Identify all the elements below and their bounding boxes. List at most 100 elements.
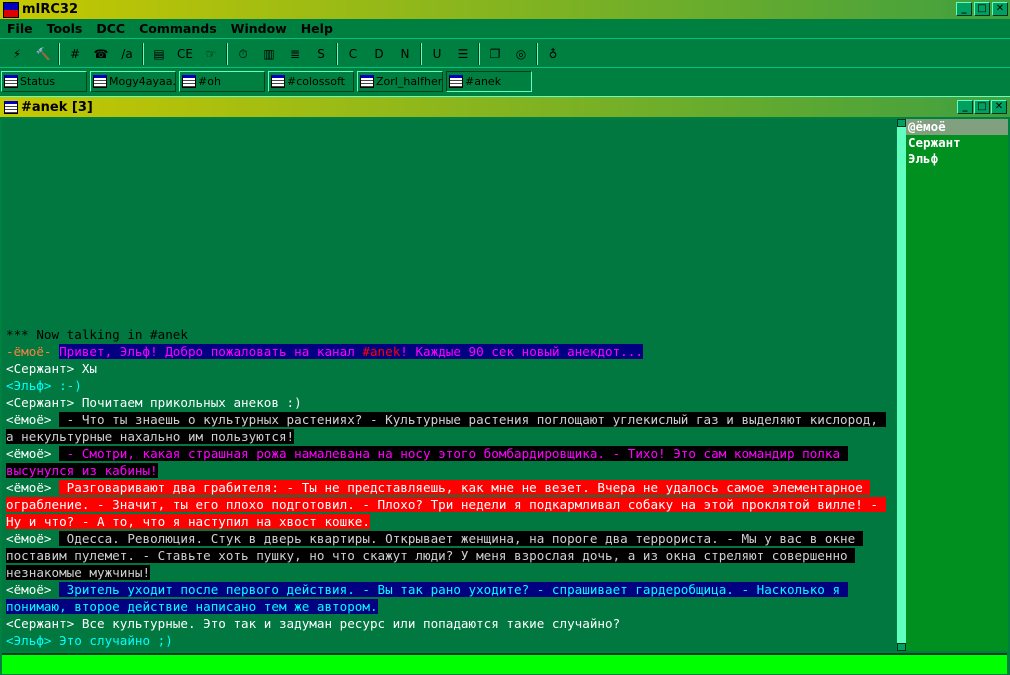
chat-text: <ёмоё>	[6, 531, 60, 546]
chat-text: <ёмоё>	[6, 446, 60, 461]
switchbar: Status Mogy4ayaa... #oh #colossoft Zorl_half…	[0, 71, 532, 94]
mirc-logo-icon	[3, 1, 19, 18]
options-icon[interactable]: 🔨	[32, 43, 54, 65]
chat-text: <Сержант> Почитаем прикольных анеков :)	[6, 395, 302, 410]
menu-dcc[interactable]: DCC	[89, 21, 132, 36]
menu-tools[interactable]: Tools	[40, 21, 90, 36]
cascade-icon[interactable]: ❐	[484, 43, 506, 65]
window-icon	[93, 75, 107, 88]
toolbar-separator	[420, 43, 422, 65]
colors-icon[interactable]: ▥	[258, 43, 280, 65]
chat-scrollbar[interactable]	[897, 119, 906, 651]
message-input[interactable]	[2, 653, 1007, 674]
menu-file[interactable]: File	[0, 21, 40, 36]
window-icon	[271, 75, 285, 88]
chat-text: <Эльф> Это случайно ;)	[6, 633, 173, 648]
scripts-icon[interactable]: CE	[174, 43, 196, 65]
chat-line: <Эльф> :-)	[6, 377, 892, 394]
dcc-send-icon[interactable]: S	[310, 43, 332, 65]
window-close-button[interactable]: ✕	[991, 100, 1007, 114]
chat-text: - Смотри, какая страшная рожа намалевана…	[6, 446, 848, 478]
connect-icon[interactable]: ⚡	[6, 43, 28, 65]
window-icon	[182, 75, 196, 88]
chat-line: <ёмоё> Зритель уходит после первого дейс…	[6, 581, 892, 615]
maximize-button[interactable]: □	[974, 2, 990, 16]
chat-text: *** Now talking in #anek	[6, 327, 188, 342]
channel-icon	[4, 100, 18, 114]
window-icon	[360, 75, 374, 88]
chat-text: <ёмоё>	[6, 412, 60, 427]
notify-list-icon[interactable]: N	[394, 43, 416, 65]
app-title-bar: mIRC32 _ □ ✕	[0, 0, 1010, 19]
nick-list-item[interactable]: Эльф	[906, 151, 1008, 167]
chat-text: Одесса. Революция. Стук в дверь квартиры…	[6, 531, 863, 580]
chat-line: <Сержант> Все культурные. Это так и заду…	[6, 615, 892, 632]
switchbar-tab[interactable]: Zorl_halfhere	[357, 71, 443, 92]
switchbar-tab[interactable]: #anek	[446, 71, 532, 92]
help-icon[interactable]: ◎	[510, 43, 532, 65]
menu-window[interactable]: Window	[224, 21, 294, 36]
chat-line: *** Now talking in #anek	[6, 326, 892, 343]
chat-line: <ёмоё> - Смотри, какая страшная рожа нам…	[6, 445, 892, 479]
nick-list: @ёмоё Сержант Эльф	[906, 119, 1008, 651]
log-icon[interactable]: ≣	[284, 43, 306, 65]
window-icon	[449, 75, 463, 88]
toolbar-separator	[478, 43, 480, 65]
switchbar-tab[interactable]: #oh	[179, 71, 265, 92]
chat-line: <ёмоё> - Что ты знаешь о культурных раст…	[6, 411, 892, 445]
toolbar-separator	[336, 43, 338, 65]
toolbar-separator	[536, 43, 538, 65]
toolbar-separator	[58, 43, 60, 65]
chat-text: <Сержант> Хы	[6, 361, 97, 376]
channel-window-title-bar: #anek [3] _ □ ✕	[0, 97, 1010, 117]
toolbar-separator	[142, 43, 144, 65]
switchbar-tab-label: #anek	[465, 75, 502, 88]
switchbar-tab-label: Zorl_halfhere	[376, 75, 443, 88]
window-minimize-button[interactable]: _	[957, 100, 973, 114]
chat-text: Зритель уходит после первого действия. -…	[6, 582, 848, 614]
channel-window: #anek [3] _ □ ✕ *** Now talking in #anek…	[0, 96, 1010, 675]
chat-line: <ёмоё> Одесса. Революция. Стук в дверь к…	[6, 530, 892, 581]
switchbar-tab-label: Status	[20, 75, 56, 88]
channels-folder-icon[interactable]: #	[64, 43, 86, 65]
chat-text: <ёмоё>	[6, 582, 60, 597]
chat-text: #anek	[362, 344, 401, 359]
address-book-icon[interactable]: ☎	[90, 43, 112, 65]
aliases-icon[interactable]: /a	[116, 43, 138, 65]
menu-commands[interactable]: Commands	[132, 21, 224, 36]
timer-icon[interactable]: ⏱	[232, 43, 254, 65]
dcc-chat-icon[interactable]: C	[342, 43, 364, 65]
chat-line: <Сержант> Почитаем прикольных анеков :)	[6, 394, 892, 411]
notify-icon[interactable]: ☞	[200, 43, 222, 65]
switchbar-tab-label: #oh	[198, 75, 221, 88]
switchbar-tab-label: Mogy4ayaa...	[109, 75, 176, 88]
nick-list-item[interactable]: @ёмоё	[906, 119, 1008, 135]
switchbar-tab[interactable]: #colossoft	[268, 71, 354, 92]
chat-text: Разговаривают два грабителя: - Ты не пре…	[6, 480, 886, 529]
window-maximize-button[interactable]: □	[974, 100, 990, 114]
scroll-up-button[interactable]	[897, 119, 906, 127]
scroll-down-button[interactable]	[897, 643, 906, 651]
minimize-button[interactable]: _	[956, 2, 972, 16]
toolbar: ⚡ 🔨 # ☎/a ▤ CE ☞ ⏱ ▥ ≣ S C D N U ☰ ❐ ◎ ♁	[0, 41, 1010, 68]
close-button[interactable]: ✕	[992, 2, 1008, 16]
about-icon[interactable]: ♁	[542, 43, 564, 65]
popups-icon[interactable]: ▤	[148, 43, 170, 65]
chat-line: <ёмоё> Разговаривают два грабителя: - Ты…	[6, 479, 892, 530]
channel-window-title: #anek [3]	[21, 99, 93, 115]
chat-text: Привет, Эльф! Добро пожаловать на канал	[59, 344, 363, 359]
chat-line: <Сержант> Хы	[6, 360, 892, 377]
nick-list-item[interactable]: Сержант	[906, 135, 1008, 151]
chat-text: -ёмоё-	[6, 344, 60, 359]
switchbar-tab-label: #colossoft	[287, 75, 345, 88]
tile-icon[interactable]: ☰	[452, 43, 474, 65]
chat-line: <Эльф> Это случайно ;)	[6, 632, 892, 649]
menu-help[interactable]: Help	[294, 21, 340, 36]
dcc-options-icon[interactable]: D	[368, 43, 390, 65]
url-list-icon[interactable]: U	[426, 43, 448, 65]
switchbar-tab[interactable]: Status	[1, 71, 87, 92]
window-icon	[4, 75, 18, 88]
chat-text: <Эльф> :-)	[6, 378, 82, 393]
chat-line: -ёмоё- Привет, Эльф! Добро пожаловать на…	[6, 343, 892, 360]
switchbar-tab[interactable]: Mogy4ayaa...	[90, 71, 176, 92]
